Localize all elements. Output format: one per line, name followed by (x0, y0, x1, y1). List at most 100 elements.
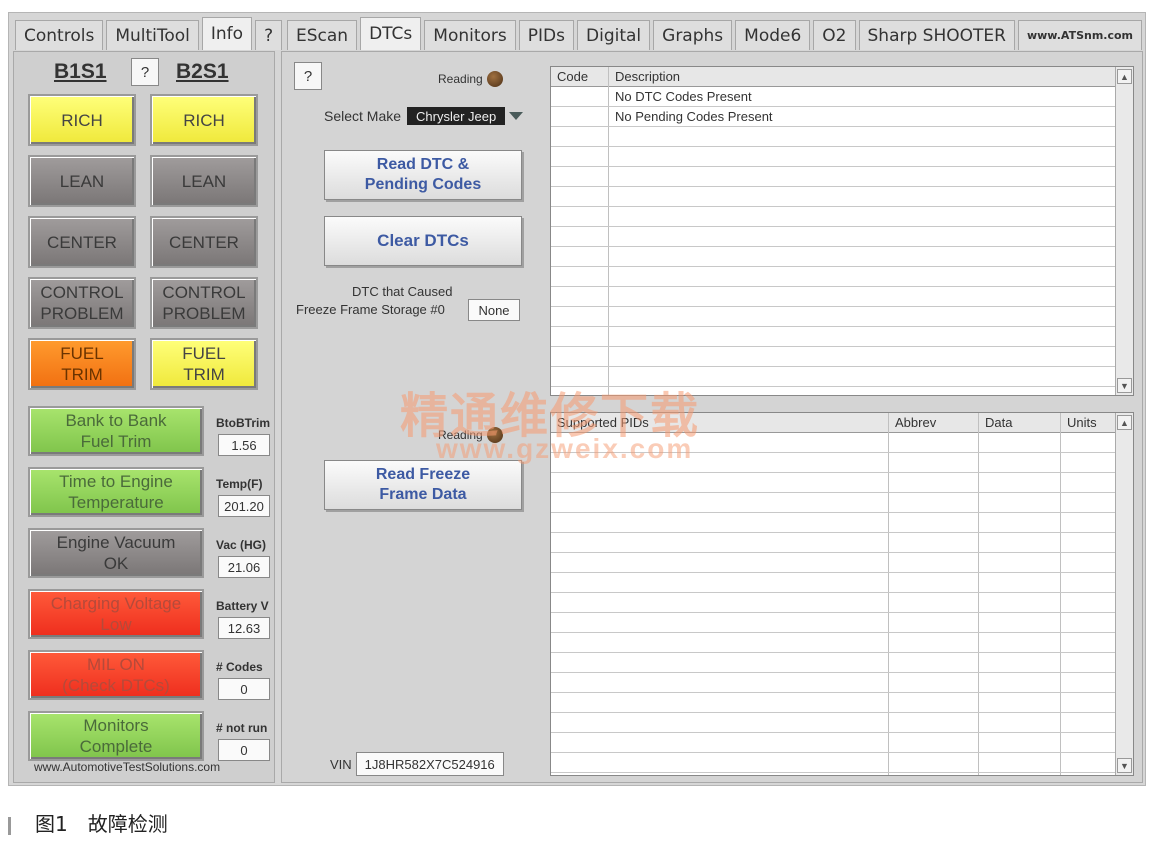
app-window: Controls MultiTool Info ? EScan DTCs Mon… (8, 12, 1146, 786)
reading-status: Reading (438, 70, 503, 88)
tab-help[interactable]: ? (255, 20, 283, 50)
table-row[interactable]: No DTC Codes Present (551, 87, 1115, 107)
tab-digital[interactable]: Digital (577, 20, 651, 50)
table-row[interactable] (551, 493, 1115, 513)
tab-dtcs[interactable]: DTCs (360, 17, 422, 50)
b2s1-heading: B2S1 (176, 60, 229, 83)
table-row[interactable] (551, 533, 1115, 553)
table-row[interactable] (551, 673, 1115, 693)
tab-info[interactable]: Info (201, 17, 253, 50)
table-row[interactable] (551, 307, 1115, 327)
b1s1-heading: B1S1 (54, 60, 107, 83)
clear-dtcs-button[interactable]: Clear DTCs (324, 216, 522, 266)
table-row[interactable] (551, 247, 1115, 267)
scroll-up-icon[interactable]: ▲ (1117, 415, 1132, 430)
select-make-dropdown[interactable]: Chrysler Jeep (407, 107, 506, 125)
table-row[interactable] (551, 713, 1115, 733)
table-row[interactable] (551, 733, 1115, 753)
table-row[interactable] (551, 267, 1115, 287)
table-row[interactable] (551, 753, 1115, 773)
b1-rich-indicator: RICH (28, 94, 136, 146)
data-header[interactable]: Data (979, 413, 1061, 433)
freeze-caused-label: DTC that Caused (352, 284, 453, 299)
vacuum-value: 21.06 (218, 556, 270, 578)
battery-value: 12.63 (218, 617, 270, 639)
tab-sharp-shooter[interactable]: Sharp SHOOTER (858, 20, 1015, 50)
units-header[interactable]: Units (1061, 413, 1117, 433)
codes-label: # Codes (216, 660, 263, 674)
tab-multitool[interactable]: MultiTool (106, 20, 199, 50)
table-row[interactable] (551, 227, 1115, 247)
b2-lean-indicator: LEAN (150, 155, 258, 207)
tab-mode6[interactable]: Mode6 (735, 20, 811, 50)
table-row[interactable] (551, 653, 1115, 673)
table-row[interactable] (551, 553, 1115, 573)
table-row[interactable] (551, 367, 1115, 387)
b2-fuel-trim-indicator: FUEL TRIM (150, 338, 258, 390)
table-row[interactable] (551, 207, 1115, 227)
o2-help-button[interactable]: ? (131, 58, 159, 86)
scroll-down-icon[interactable]: ▼ (1117, 378, 1132, 393)
table-row[interactable] (551, 593, 1115, 613)
description-header[interactable]: Description (609, 67, 1117, 87)
abbrev-header[interactable]: Abbrev (889, 413, 979, 433)
tab-pids[interactable]: PIDs (518, 20, 574, 50)
reading-label: Reading (438, 72, 483, 86)
code-header[interactable]: Code (551, 67, 609, 87)
scroll-down-icon[interactable]: ▼ (1117, 758, 1132, 773)
btob-trim-value: 1.56 (218, 434, 270, 456)
table-row[interactable] (551, 613, 1115, 633)
tab-escan[interactable]: EScan (287, 20, 358, 50)
b1-control-problem-indicator: CONTROL PROBLEM (28, 277, 136, 329)
select-make: Select Make Chrysler Jeep (324, 107, 524, 125)
table-row[interactable] (551, 147, 1115, 167)
table-row[interactable] (551, 287, 1115, 307)
table-row[interactable] (551, 347, 1115, 367)
caption-text: 图1 故障检测 (35, 812, 168, 836)
b2-rich-indicator: RICH (150, 94, 258, 146)
tab-graphs[interactable]: Graphs (653, 20, 733, 50)
mil-indicator: MIL ON (Check DTCs) (28, 650, 204, 700)
dtc-description: No DTC Codes Present (615, 89, 752, 104)
btob-trim-label: BtoBTrim (216, 416, 270, 430)
vin-value: 1J8HR582X7C524916 (355, 752, 504, 776)
dtc-help-button[interactable]: ? (294, 62, 322, 90)
table-row[interactable] (551, 573, 1115, 593)
scroll-up-icon[interactable]: ▲ (1117, 69, 1132, 84)
read-dtc-button[interactable]: Read DTC & Pending Codes (324, 150, 522, 200)
table-row[interactable] (551, 513, 1115, 533)
dropdown-arrow-icon[interactable] (509, 112, 524, 120)
tab-website[interactable]: www.ATSnm.com (1017, 20, 1143, 50)
table-row[interactable] (551, 473, 1115, 493)
read-freeze-frame-button[interactable]: Read Freeze Frame Data (324, 460, 522, 510)
codes-scrollbar[interactable]: ▲ ▼ (1115, 67, 1133, 395)
pids-scrollbar[interactable]: ▲ ▼ (1115, 413, 1133, 775)
table-row[interactable] (551, 453, 1115, 473)
reading-led-2-icon (486, 426, 503, 443)
b1-fuel-trim-indicator: FUEL TRIM (28, 338, 136, 390)
dtc-codes-table: Code Description No DTC Codes Present No… (550, 66, 1134, 396)
table-row[interactable] (551, 433, 1115, 453)
tab-monitors[interactable]: Monitors (424, 20, 516, 50)
tab-controls[interactable]: Controls (15, 20, 104, 50)
vin-field: VIN 1J8HR582X7C524916 (330, 752, 504, 776)
table-row[interactable] (551, 167, 1115, 187)
temp-value: 201.20 (218, 495, 270, 517)
b2-control-problem-indicator: CONTROL PROBLEM (150, 277, 258, 329)
vacuum-label: Vac (HG) (216, 538, 267, 552)
reading-led-icon (486, 70, 503, 87)
table-row[interactable] (551, 187, 1115, 207)
table-row[interactable] (551, 127, 1115, 147)
engine-temp-indicator: Time to Engine Temperature (28, 467, 204, 517)
footer-url[interactable]: www.AutomotiveTestSolutions.com (34, 760, 220, 774)
caption-bar-icon (8, 816, 11, 835)
bank-to-bank-indicator: Bank to Bank Fuel Trim (28, 406, 204, 456)
table-row[interactable] (551, 327, 1115, 347)
table-row[interactable] (551, 633, 1115, 653)
table-row[interactable] (551, 693, 1115, 713)
supported-pids-header[interactable]: Supported PIDs (551, 413, 889, 433)
tab-o2[interactable]: O2 (813, 20, 856, 50)
dtc-panel: ? Reading Select Make Chrysler Jeep Read… (281, 51, 1143, 783)
table-row[interactable]: No Pending Codes Present (551, 107, 1115, 127)
pending-description: No Pending Codes Present (615, 109, 773, 124)
